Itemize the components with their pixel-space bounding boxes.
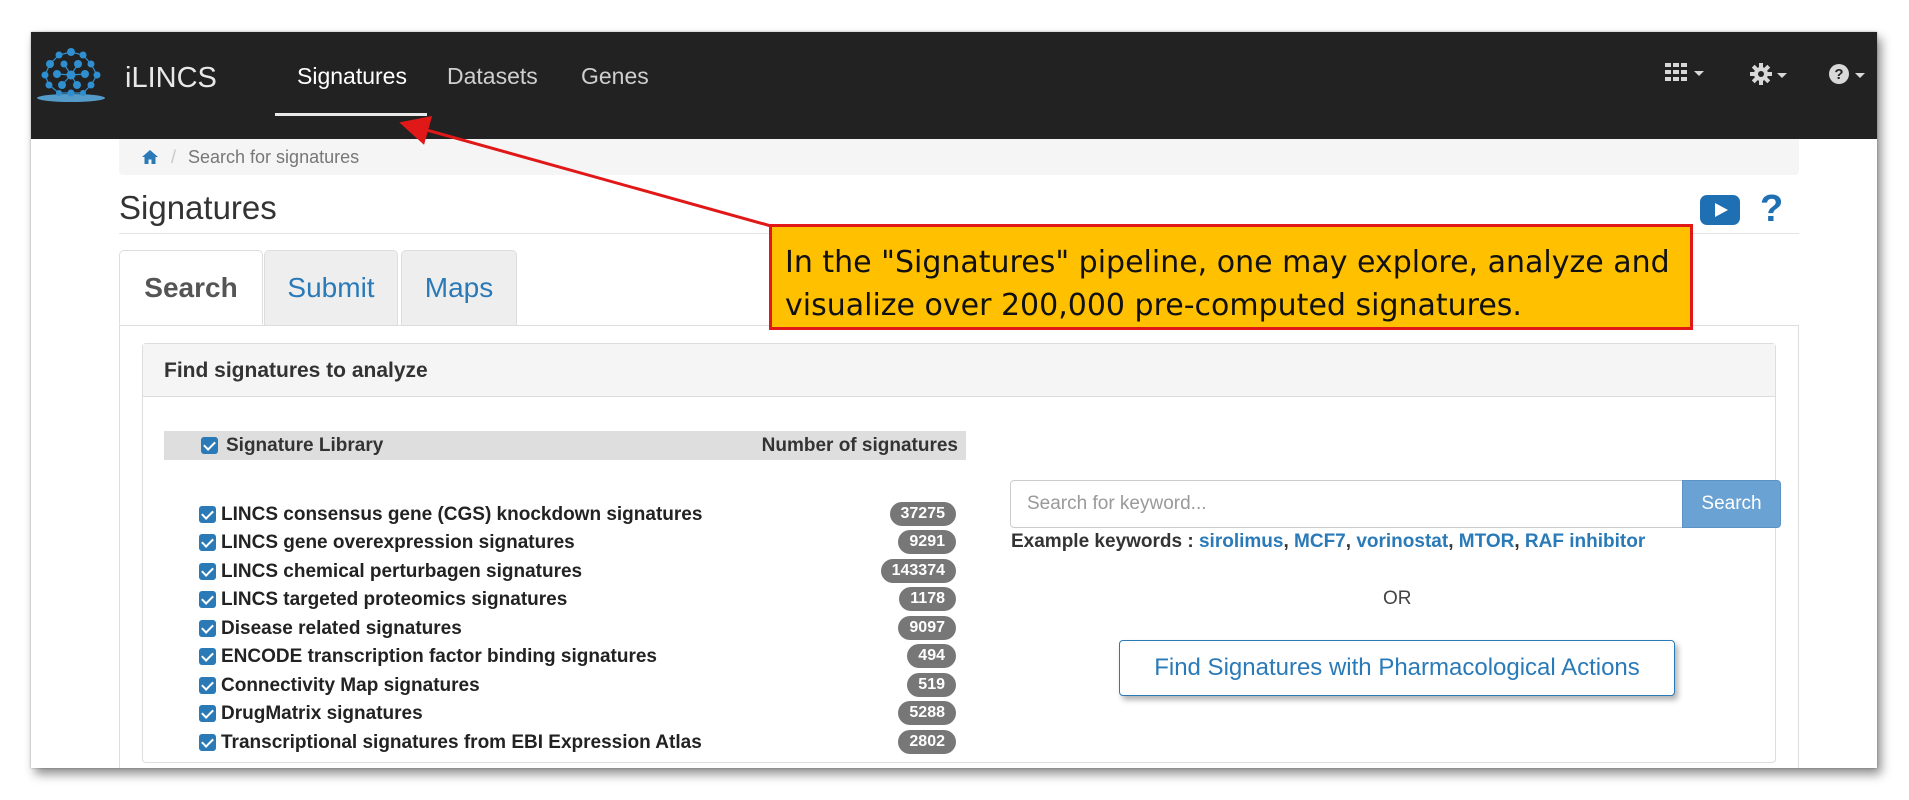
library-label: LINCS targeted proteomics signatures xyxy=(221,589,568,610)
count-badge: 494 xyxy=(907,644,956,668)
home-icon[interactable] xyxy=(141,149,159,165)
library-label: LINCS chemical perturbagen signatures xyxy=(221,561,583,582)
apps-menu[interactable] xyxy=(1665,63,1704,81)
count-badge: 2802 xyxy=(898,730,956,754)
library-checkbox[interactable] xyxy=(199,506,216,523)
annotation-callout: In the "Signatures" pipeline, one may ex… xyxy=(769,224,1693,330)
library-checkbox[interactable] xyxy=(199,734,216,751)
tab-search[interactable]: Search xyxy=(119,250,263,325)
library-label: LINCS consensus gene (CGS) knockdown sig… xyxy=(221,504,703,525)
library-header: Signature Library Number of signatures xyxy=(164,431,966,460)
count-badge: 37275 xyxy=(889,502,956,526)
library-row: LINCS targeted proteomics signatures 117… xyxy=(199,587,966,611)
library-row: Connectivity Map signatures 519 xyxy=(199,673,966,697)
tab-submit[interactable]: Submit xyxy=(264,250,398,325)
library-row: Disease related signatures 9097 xyxy=(199,616,966,640)
example-link-mtor[interactable]: MTOR xyxy=(1459,531,1515,552)
select-all-checkbox[interactable] xyxy=(201,437,218,454)
nav-genes[interactable]: Genes xyxy=(581,63,649,90)
grid-icon xyxy=(1665,63,1687,81)
ilincs-logo-icon[interactable] xyxy=(35,42,111,106)
example-link-vorinostat[interactable]: vorinostat xyxy=(1356,531,1448,552)
library-label: DrugMatrix signatures xyxy=(221,703,423,724)
count-badge: 9097 xyxy=(898,616,956,640)
active-nav-underline xyxy=(275,113,427,116)
library-checkbox[interactable] xyxy=(199,705,216,722)
library-row: ENCODE transcription factor binding sign… xyxy=(199,644,966,668)
library-row: Transcriptional signatures from EBI Expr… xyxy=(199,730,966,754)
settings-menu[interactable] xyxy=(1750,63,1787,85)
count-badge: 5288 xyxy=(898,701,956,725)
example-link-sirolimus[interactable]: sirolimus xyxy=(1199,531,1283,552)
page-title: Signatures xyxy=(119,189,277,226)
library-header-label: Signature Library xyxy=(226,435,384,456)
breadcrumb-current: Search for signatures xyxy=(188,146,360,167)
brand-name[interactable]: iLINCS xyxy=(125,62,217,95)
library-label: Connectivity Map signatures xyxy=(221,675,480,696)
gear-icon xyxy=(1750,63,1772,85)
library-checkbox[interactable] xyxy=(199,534,216,551)
question-mark-icon[interactable]: ? xyxy=(1760,188,1783,231)
pharmacological-actions-button[interactable]: Find Signatures with Pharmacological Act… xyxy=(1119,640,1675,696)
screenshot-frame: iLINCS Signatures Datasets Genes ? / Sea… xyxy=(31,32,1877,768)
examples-label: Example keywords : xyxy=(1011,531,1194,552)
count-header-label: Number of signatures xyxy=(761,435,958,456)
chevron-down-icon xyxy=(1777,73,1787,78)
library-label: LINCS gene overexpression signatures xyxy=(221,532,575,553)
callout-line-1: In the "Signatures" pipeline, one may ex… xyxy=(785,245,1670,280)
example-link-mcf7[interactable]: MCF7 xyxy=(1294,531,1346,552)
library-row: LINCS chemical perturbagen signatures 14… xyxy=(199,559,966,583)
youtube-play-icon[interactable] xyxy=(1700,195,1740,225)
library-label: ENCODE transcription factor binding sign… xyxy=(221,646,657,667)
library-label: Disease related signatures xyxy=(221,618,462,639)
nav-datasets[interactable]: Datasets xyxy=(447,63,538,90)
library-checkbox[interactable] xyxy=(199,648,216,665)
or-separator: OR xyxy=(1383,588,1412,609)
library-row: DrugMatrix signatures 5288 xyxy=(199,701,966,725)
count-badge: 519 xyxy=(907,673,956,697)
panel-heading: Find signatures to analyze xyxy=(143,344,1775,397)
library-checkbox[interactable] xyxy=(199,563,216,580)
search-button[interactable]: Search xyxy=(1682,480,1781,528)
keyword-search-input[interactable] xyxy=(1010,480,1682,528)
breadcrumb: / Search for signatures xyxy=(119,139,1799,175)
example-link-raf-inhibitor[interactable]: RAF inhibitor xyxy=(1525,531,1645,552)
count-badge: 143374 xyxy=(880,559,956,583)
chevron-down-icon xyxy=(1855,73,1865,78)
question-circle-icon: ? xyxy=(1829,64,1849,84)
navbar: iLINCS Signatures Datasets Genes ? xyxy=(31,32,1877,139)
help-menu[interactable]: ? xyxy=(1828,63,1865,85)
library-label: Transcriptional signatures from EBI Expr… xyxy=(221,732,702,753)
count-badge: 1178 xyxy=(899,587,956,611)
library-row: LINCS gene overexpression signatures 929… xyxy=(199,530,966,554)
chevron-down-icon xyxy=(1694,71,1704,76)
library-row: LINCS consensus gene (CGS) knockdown sig… xyxy=(199,502,966,526)
tab-maps[interactable]: Maps xyxy=(401,250,517,325)
library-checkbox[interactable] xyxy=(199,620,216,637)
svg-text:?: ? xyxy=(1834,66,1843,83)
library-checkbox[interactable] xyxy=(199,677,216,694)
library-checkbox[interactable] xyxy=(199,591,216,608)
breadcrumb-separator: / xyxy=(171,146,177,167)
callout-line-2: visualize over 200,000 pre-computed sign… xyxy=(785,288,1522,323)
nav-signatures[interactable]: Signatures xyxy=(297,63,407,90)
count-badge: 9291 xyxy=(898,530,956,554)
example-keywords: Example keywords : sirolimus, MCF7, vori… xyxy=(1011,531,1646,552)
